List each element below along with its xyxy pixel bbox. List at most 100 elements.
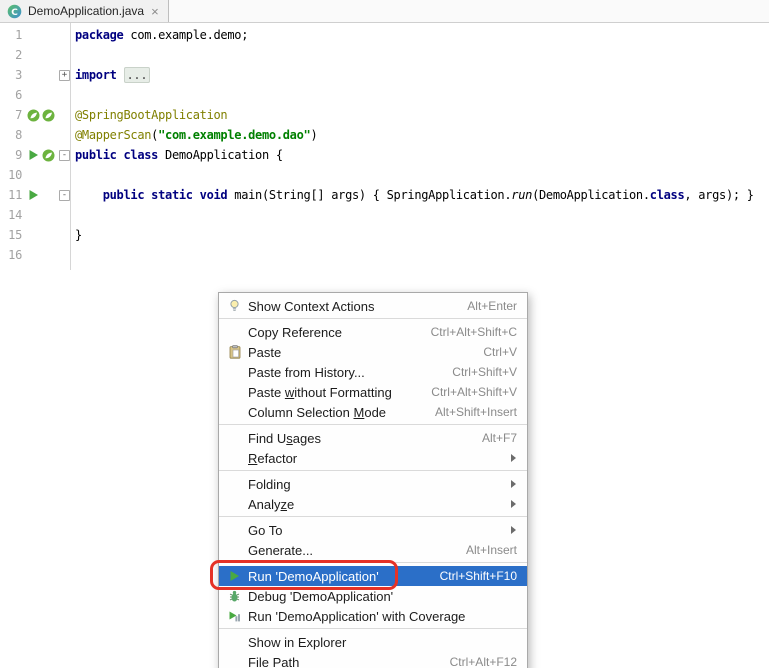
- menu-item-label: Generate...: [248, 542, 314, 558]
- java-class-icon: C: [7, 4, 22, 19]
- menu-separator: [219, 424, 527, 425]
- menu-item-label: Analyze: [248, 496, 295, 512]
- menu-item-generate[interactable]: Generate... Alt+Insert: [219, 540, 527, 560]
- menu-item-shortcut: Ctrl+Shift+F10: [439, 569, 517, 583]
- line-number: 8: [15, 128, 22, 142]
- spring-bean-icon[interactable]: [42, 109, 55, 122]
- menu-item-run-demoapplication-with-coverage[interactable]: Run 'DemoApplication' with Coverage: [219, 606, 527, 626]
- code-line-11[interactable]: 11 - public static void main(String[] arg…: [0, 185, 769, 205]
- close-tab-icon[interactable]: ×: [151, 5, 159, 18]
- submenu-arrow-icon: [511, 500, 516, 508]
- line-number: 11: [8, 188, 22, 202]
- menu-item-analyze[interactable]: Analyze: [219, 494, 527, 514]
- menu-item-label: Show Context Actions: [248, 298, 375, 314]
- menu-item-shortcut: Alt+Insert: [465, 543, 517, 557]
- menu-item-run-demoapplication[interactable]: Run 'DemoApplication' Ctrl+Shift+F10: [219, 566, 527, 586]
- menu-item-icon-slot: [224, 654, 245, 668]
- gutter-icons: [27, 145, 55, 165]
- code-line-10[interactable]: 10: [0, 165, 769, 185]
- paste-icon: [224, 344, 245, 360]
- menu-separator: [219, 628, 527, 629]
- code-line-14[interactable]: 14: [0, 205, 769, 225]
- menu-separator: [219, 516, 527, 517]
- code-text: @SpringBootApplication: [75, 108, 228, 122]
- line-number: 10: [8, 168, 22, 182]
- menu-item-copy-reference[interactable]: Copy Reference Ctrl+Alt+Shift+C: [219, 322, 527, 342]
- menu-item-label: Debug 'DemoApplication': [248, 588, 394, 604]
- code-line-7[interactable]: 7 @SpringBootApplication: [0, 105, 769, 125]
- code-line-1[interactable]: 1 package com.example.demo;: [0, 25, 769, 45]
- line-number: 7: [15, 108, 22, 122]
- spring-bean-icon[interactable]: [42, 149, 55, 162]
- menu-item-label: Folding: [248, 476, 291, 492]
- submenu-arrow-icon: [511, 480, 516, 488]
- fold-marker-icon[interactable]: -: [59, 150, 70, 161]
- menu-item-paste-without-formatting[interactable]: Paste without Formatting Ctrl+Alt+Shift+V: [219, 382, 527, 402]
- menu-item-label: Paste: [248, 344, 282, 360]
- menu-item-label: Copy Reference: [248, 324, 342, 340]
- code-line-3[interactable]: 3 + import ...: [0, 65, 769, 85]
- line-number: 1: [15, 28, 22, 42]
- menu-item-icon-slot: [224, 476, 245, 492]
- gutter-icons: [27, 105, 55, 125]
- code-line-2[interactable]: 2: [0, 45, 769, 65]
- menu-item-show-context-actions[interactable]: Show Context Actions Alt+Enter: [219, 296, 527, 316]
- run-icon[interactable]: [27, 149, 40, 162]
- menu-item-file-path[interactable]: File Path Ctrl+Alt+F12: [219, 652, 527, 668]
- menu-item-icon-slot: [224, 542, 245, 558]
- editor-tab-bar: C DemoApplication.java ×: [0, 0, 769, 23]
- line-number: 3: [15, 68, 22, 82]
- menu-item-refactor[interactable]: Refactor: [219, 448, 527, 468]
- menu-item-icon-slot: [224, 364, 245, 380]
- lightbulb-icon: [224, 298, 245, 314]
- code-line-15[interactable]: 15}: [0, 225, 769, 245]
- code-line-16[interactable]: 16: [0, 245, 769, 265]
- menu-item-shortcut: Alt+Shift+Insert: [434, 405, 517, 419]
- menu-item-label: Run 'DemoApplication' with Coverage: [248, 608, 466, 624]
- menu-item-find-usages[interactable]: Find Usages Alt+F7: [219, 428, 527, 448]
- menu-item-go-to[interactable]: Go To: [219, 520, 527, 540]
- code-text: public class DemoApplication {: [75, 148, 283, 162]
- menu-item-shortcut: Ctrl+Alt+Shift+V: [431, 385, 517, 399]
- menu-item-label: Run 'DemoApplication': [248, 568, 379, 584]
- menu-item-icon-slot: [224, 522, 245, 538]
- menu-separator: [219, 470, 527, 471]
- code-area: 1 package com.example.demo; 2 3 + import ... 6…: [0, 25, 769, 265]
- editor-context-menu: Show Context Actions Alt+Enter Copy Refere…: [218, 292, 528, 668]
- menu-item-column-selection-mode[interactable]: Column Selection Mode Alt+Shift+Insert: [219, 402, 527, 422]
- line-number: 16: [8, 248, 22, 262]
- menu-item-label: File Path: [248, 654, 300, 668]
- code-line-6[interactable]: 6: [0, 85, 769, 105]
- menu-item-paste[interactable]: Paste Ctrl+V: [219, 342, 527, 362]
- fold-marker-icon[interactable]: +: [59, 70, 70, 81]
- menu-item-label: Show in Explorer: [248, 634, 347, 650]
- line-number: 14: [8, 208, 22, 222]
- tab-title: DemoApplication.java: [28, 4, 145, 18]
- menu-item-label: Paste from History...: [248, 364, 365, 380]
- menu-item-debug-demoapplication[interactable]: Debug 'DemoApplication': [219, 586, 527, 606]
- code-text: @MapperScan("com.example.demo.dao"): [75, 128, 318, 142]
- tab-demoapplication-java[interactable]: C DemoApplication.java ×: [0, 0, 169, 22]
- spring-bean-icon[interactable]: [27, 109, 40, 122]
- run-icon[interactable]: [27, 189, 40, 202]
- menu-item-icon-slot: [224, 384, 245, 400]
- code-line-9[interactable]: 9 - public class DemoApplication {: [0, 145, 769, 165]
- code-text: package com.example.demo;: [75, 28, 249, 42]
- menu-item-label: Paste without Formatting: [248, 384, 392, 400]
- fold-marker-icon[interactable]: -: [59, 190, 70, 201]
- run-coverage-icon: [224, 608, 245, 624]
- menu-item-paste-from-history[interactable]: Paste from History... Ctrl+Shift+V: [219, 362, 527, 382]
- menu-item-icon-slot: [224, 496, 245, 512]
- menu-item-show-in-explorer[interactable]: Show in Explorer: [219, 632, 527, 652]
- menu-item-shortcut: Ctrl+V: [483, 345, 517, 359]
- menu-item-shortcut: Ctrl+Alt+Shift+C: [430, 325, 517, 339]
- menu-item-folding[interactable]: Folding: [219, 474, 527, 494]
- menu-item-icon-slot: [224, 450, 245, 466]
- line-number: 15: [8, 228, 22, 242]
- code-line-8[interactable]: 8 @MapperScan("com.example.demo.dao"): [0, 125, 769, 145]
- menu-item-label: Column Selection Mode: [248, 404, 387, 420]
- submenu-arrow-icon: [511, 526, 516, 534]
- code-text: public static void main(String[] args) {…: [102, 188, 754, 202]
- code-text: import ...: [75, 65, 151, 85]
- line-number: 2: [15, 48, 22, 62]
